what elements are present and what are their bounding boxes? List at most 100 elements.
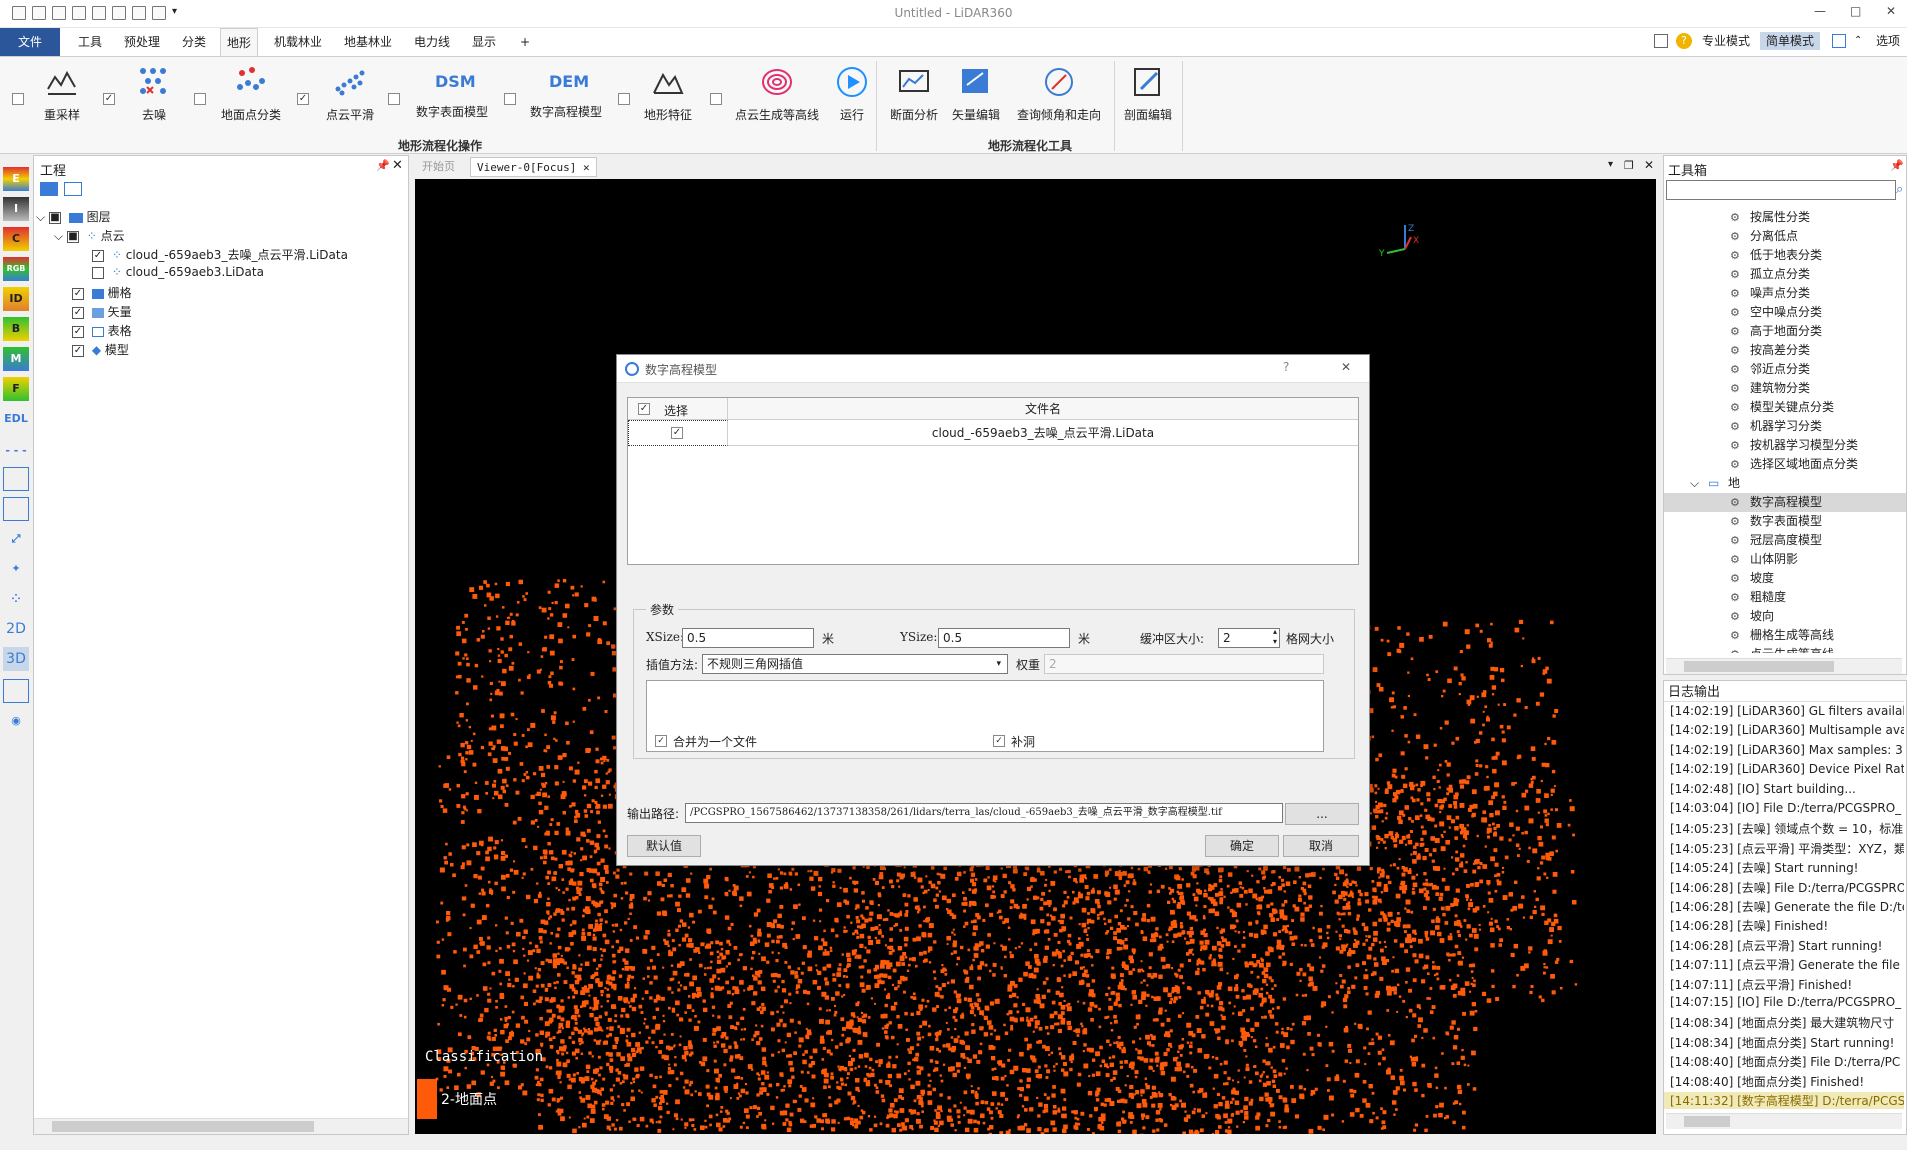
- eye-icon[interactable]: ◉: [3, 709, 29, 733]
- toolbox-item[interactable]: ⚙ 低于地表分类: [1664, 246, 1906, 265]
- m-color-button[interactable]: M: [3, 347, 29, 371]
- id-color-button[interactable]: ID: [3, 287, 29, 311]
- tab-terrestrial-forestry[interactable]: 地基林业: [338, 28, 398, 56]
- output-path-input[interactable]: /PCGSPRO_1567586462/13737138358/261/lida…: [685, 803, 1283, 823]
- weight-input[interactable]: 2: [1044, 654, 1324, 674]
- resample-checkbox[interactable]: [12, 93, 24, 105]
- denoise-checkbox[interactable]: ✓: [103, 93, 115, 105]
- collapse-icon[interactable]: ⌵: [1690, 474, 1699, 493]
- toolbox-item[interactable]: ⚙ 机器学习分类: [1664, 417, 1906, 436]
- toolbox-item[interactable]: ⚙ 粗糙度: [1664, 588, 1906, 607]
- file-1-checkbox[interactable]: ✓: [92, 249, 104, 262]
- tab-start-page[interactable]: 开始页: [416, 157, 461, 177]
- pointcloud-checkbox[interactable]: ■: [66, 230, 79, 243]
- cube-side-icon[interactable]: [3, 497, 29, 521]
- tree-vector[interactable]: ✓ 矢量: [72, 303, 132, 320]
- contour-button[interactable]: 点云生成等高线: [732, 65, 822, 123]
- dialog-help-button[interactable]: ?: [1283, 360, 1289, 374]
- ok-button[interactable]: 确定: [1205, 835, 1279, 857]
- tree-layers[interactable]: ⌵ ■ 图层: [36, 208, 111, 225]
- dialog-close-button[interactable]: ✕: [1341, 360, 1351, 374]
- tab-close-icon[interactable]: ✕: [583, 161, 590, 174]
- toolbox-item[interactable]: ⚙ 孤立点分类: [1664, 265, 1906, 284]
- float-icon[interactable]: ❐: [1624, 159, 1634, 172]
- col-select-header[interactable]: ✓ 选择: [628, 398, 728, 420]
- tab-preprocess[interactable]: 预处理: [118, 28, 166, 56]
- cube-icon[interactable]: [3, 467, 29, 491]
- tab-powerline[interactable]: 电力线: [408, 28, 456, 56]
- spin-arrows-icon[interactable]: ▴ ▾: [1273, 627, 1277, 647]
- vector-checkbox[interactable]: ✓: [72, 306, 84, 319]
- expand-icon[interactable]: ⌵: [36, 210, 45, 224]
- toolbox-item[interactable]: ⚙ 山体阴影: [1664, 550, 1906, 569]
- buffer-input[interactable]: 2 ▴ ▾: [1218, 627, 1280, 648]
- toolbox-search-input[interactable]: [1666, 180, 1896, 200]
- table-row[interactable]: ✓: [628, 420, 728, 446]
- tree-file-2[interactable]: ⁘ cloud_-659aeb3.LiData: [92, 265, 264, 279]
- merge-checkbox[interactable]: ✓: [655, 735, 667, 747]
- run-button[interactable]: 运行: [834, 65, 870, 123]
- dem-checkbox[interactable]: [504, 93, 516, 105]
- tree-raster[interactable]: ✓ 栅格: [72, 284, 132, 301]
- table-checkbox[interactable]: ✓: [72, 325, 84, 338]
- fill-holes-checkbox[interactable]: ✓: [993, 735, 1005, 747]
- help-icon[interactable]: ?: [1676, 33, 1692, 49]
- pro-mode-button[interactable]: 专业模式: [1702, 32, 1750, 50]
- toolbox-item[interactable]: ⚙ 坡向: [1664, 607, 1906, 626]
- dip-strike-button[interactable]: 查询倾角和走向: [1012, 65, 1106, 123]
- section-analysis-button[interactable]: 断面分析: [888, 65, 940, 123]
- scroll-thumb[interactable]: [52, 1121, 314, 1132]
- toolbox-hscrollbar[interactable]: [1666, 658, 1902, 674]
- pin-icon[interactable]: 📌: [376, 159, 390, 172]
- maximize-button[interactable]: □: [1850, 4, 1861, 18]
- tab-terrain[interactable]: 地形: [220, 28, 259, 56]
- toolbox-item[interactable]: ⚙ 数字表面模型: [1664, 512, 1906, 531]
- tab-airborne-forestry[interactable]: 机载林业: [268, 28, 328, 56]
- tree-file-1[interactable]: ✓ ⁘ cloud_-659aeb3_去噪_点云平滑.LiData: [92, 246, 348, 263]
- toolbox-item[interactable]: ⚙ 点云生成等高线: [1664, 645, 1906, 653]
- tab-display[interactable]: 显示: [466, 28, 502, 56]
- scroll-thumb[interactable]: [1684, 661, 1834, 672]
- add-window-icon[interactable]: [3, 679, 29, 703]
- toolbox-item[interactable]: ⚙ 按属性分类: [1664, 208, 1906, 227]
- resample-button[interactable]: 重采样: [40, 65, 84, 123]
- points-icon[interactable]: ⁘: [3, 587, 29, 611]
- profile-edit-button[interactable]: 剖面编辑: [1122, 65, 1174, 123]
- close-button[interactable]: ✕: [1886, 4, 1896, 18]
- denoise-button[interactable]: 去噪: [132, 65, 176, 123]
- row-1-checkbox[interactable]: ✓: [671, 427, 683, 439]
- f-color-button[interactable]: F: [3, 377, 29, 401]
- tab-classify[interactable]: 分类: [176, 28, 212, 56]
- search-icon[interactable]: ⌕: [1896, 182, 1903, 197]
- toolbox-item[interactable]: ⚙ 按高差分类: [1664, 341, 1906, 360]
- tree-table[interactable]: ✓ 表格: [72, 322, 132, 339]
- dropdown-icon[interactable]: ▾: [1608, 159, 1613, 170]
- pin-icon[interactable]: 📌: [1890, 159, 1904, 172]
- smooth-checkbox[interactable]: ✓: [297, 93, 309, 105]
- panel-close-icon[interactable]: ✕: [392, 158, 403, 173]
- file-2-checkbox[interactable]: [92, 266, 104, 279]
- 2d-button[interactable]: 2D: [3, 617, 29, 641]
- default-button[interactable]: 默认值: [627, 835, 701, 857]
- toolbox-item[interactable]: ⚙ 空中噪点分类: [1664, 303, 1906, 322]
- tree-model[interactable]: ✓ ◆ 模型: [72, 341, 129, 358]
- toolbox-item[interactable]: ⚙ 选择区域地面点分类: [1664, 455, 1906, 474]
- expand-icon[interactable]: ⌵: [54, 229, 63, 243]
- toolbox-item[interactable]: ⚙ 坡度: [1664, 569, 1906, 588]
- project-scrollbar[interactable]: [34, 1118, 408, 1134]
- toolbox-item[interactable]: ⚙ 分离低点: [1664, 227, 1906, 246]
- toolbox-item[interactable]: ⚙ 高于地面分类: [1664, 322, 1906, 341]
- layers-stack-icon[interactable]: [40, 182, 58, 196]
- xsize-input[interactable]: 0.5: [682, 628, 814, 648]
- interp-select[interactable]: 不规则三角网插值 ▾: [702, 654, 1008, 674]
- terrain-feature-button[interactable]: 地形特征: [640, 65, 696, 123]
- ysize-input[interactable]: 0.5: [938, 628, 1070, 648]
- scroll-thumb[interactable]: [1684, 1116, 1730, 1127]
- rotate-icon[interactable]: ✦: [3, 557, 29, 581]
- toolbox-item[interactable]: ⚙ 邻近点分类: [1664, 360, 1906, 379]
- dsm-button[interactable]: DSM 数字表面模型: [412, 65, 492, 120]
- tab-tools[interactable]: 工具: [72, 28, 108, 56]
- toolbox-item[interactable]: ⚙ 按机器学习模型分类: [1664, 436, 1906, 455]
- screenshot-icon[interactable]: [1832, 34, 1846, 48]
- toolbox-item[interactable]: ⚙ 冠层高度模型: [1664, 531, 1906, 550]
